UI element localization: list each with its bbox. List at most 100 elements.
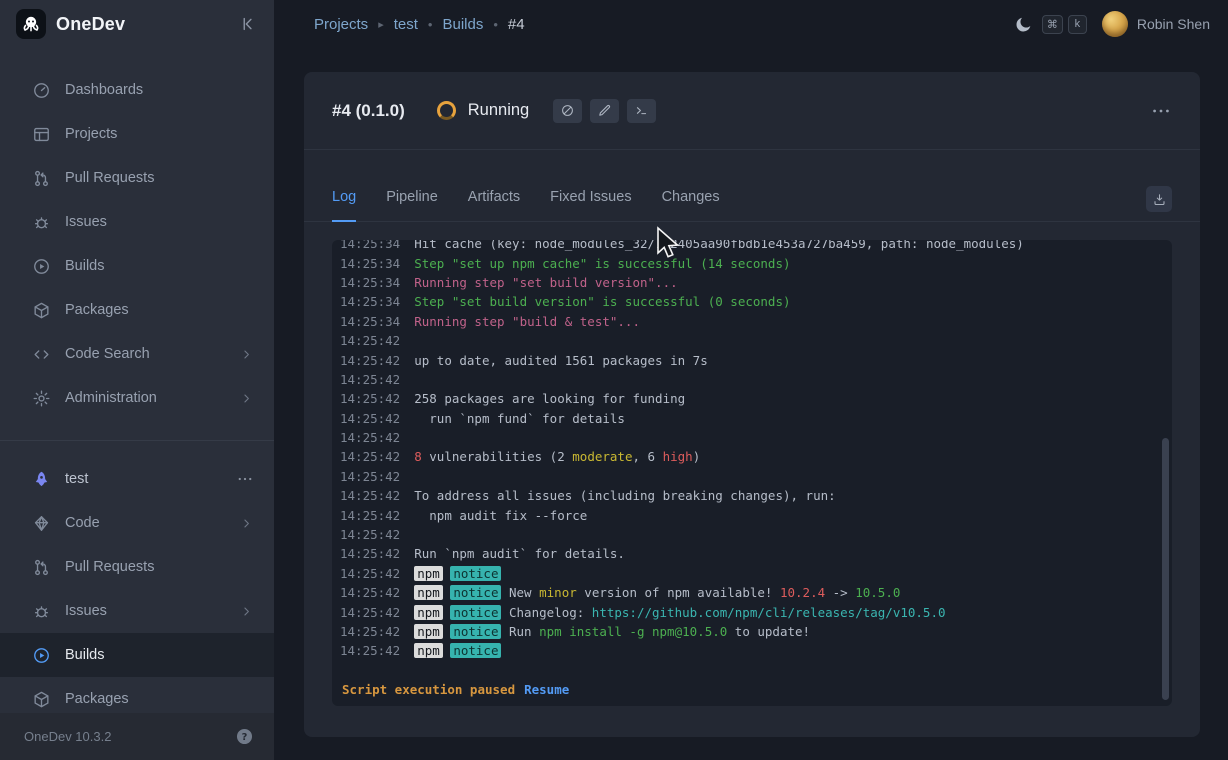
project-more-button[interactable] [236, 470, 254, 488]
log-text: npm notice [414, 643, 501, 658]
sidebar-item-dashboards[interactable]: Dashboards [0, 68, 274, 112]
sidebar-header: OneDev [0, 0, 274, 48]
shortcut-key: ⌘ [1042, 15, 1063, 34]
topbar-right: ⌘k Robin Shen [1014, 11, 1210, 37]
log-segment: Running step "build & test"... [414, 314, 640, 329]
log-line: 14:25:42 run `npm fund` for details [340, 409, 1156, 428]
user-name[interactable]: Robin Shen [1137, 16, 1210, 32]
build-log[interactable]: 14:25:34 Hit cache (key: node_modules_32/… [332, 240, 1172, 706]
sidebar-collapse-button[interactable] [238, 14, 258, 34]
theme-toggle-button[interactable] [1014, 15, 1033, 34]
sidebar-item-code-search[interactable]: Code Search [0, 332, 274, 376]
log-link[interactable]: https://github.com/npm/cli/releases/tag/… [592, 605, 946, 620]
project-sidebar-item-pull-requests[interactable]: Pull Requests [0, 545, 274, 589]
log-segment: New [501, 585, 539, 600]
sidebar-item-issues[interactable]: Issues [0, 200, 274, 244]
log-segment: To address all issues (including breakin… [414, 488, 835, 503]
builds-icon [32, 257, 51, 276]
breadcrumb-builds[interactable]: Builds [442, 16, 483, 33]
log-line: 14:25:42npm notice Changelog: https://gi… [340, 602, 1156, 621]
sidebar-divider [0, 440, 274, 441]
log-timestamp: 14:25:34 [340, 294, 400, 309]
tab-log[interactable]: Log [332, 189, 356, 221]
sidebar-item-packages[interactable]: Packages [0, 288, 274, 332]
log-timestamp: 14:25:42 [340, 508, 400, 523]
sidebar-item-projects[interactable]: Projects [0, 112, 274, 156]
log-timestamp: 14:25:34 [340, 275, 400, 290]
main-column: Projects▸test•Builds•#4 ⌘k Robin Shen #4… [274, 0, 1228, 760]
log-timestamp: 14:25:42 [340, 372, 400, 387]
log-segment: notice [450, 566, 501, 581]
menu-item-label: Projects [65, 126, 117, 142]
log-line: 14:25:42 [340, 525, 1156, 544]
project-sidebar-item-issues[interactable]: Issues [0, 589, 274, 633]
download-log-button[interactable] [1146, 186, 1172, 212]
chevron-right-icon [239, 604, 254, 619]
log-timestamp: 14:25:42 [340, 546, 400, 561]
admin-icon [32, 389, 51, 408]
code-icon [32, 514, 51, 533]
breadcrumb: Projects▸test•Builds•#4 [314, 16, 525, 33]
svg-text:?: ? [242, 732, 248, 743]
log-segment: notice [450, 624, 501, 639]
sidebar-item-builds[interactable]: Builds [0, 244, 274, 288]
build-actions [553, 99, 656, 123]
breadcrumb-4: #4 [508, 16, 525, 33]
command-palette-shortcut[interactable]: ⌘k [1042, 15, 1087, 34]
menu-item-label: Dashboards [65, 82, 143, 98]
sidebar-project-test[interactable]: test [0, 457, 274, 501]
chevron-right-icon [239, 347, 254, 362]
log-line: 14:25:42258 packages are looking for fun… [340, 389, 1156, 408]
terminal-build-button[interactable] [627, 99, 656, 123]
breadcrumb-test[interactable]: test [394, 16, 418, 33]
log-segment: , 6 [632, 449, 662, 464]
code-search-icon [32, 345, 51, 364]
breadcrumb-separator: ▸ [378, 18, 384, 31]
log-segment: Hit cache (key: node_modules_32/7c2405aa… [414, 240, 1024, 251]
log-line: 14:25:42 npm audit fix --force [340, 505, 1156, 524]
tab-fixed-issues[interactable]: Fixed Issues [550, 189, 631, 221]
tab-changes[interactable]: Changes [662, 189, 720, 221]
tab-artifacts[interactable]: Artifacts [468, 189, 520, 221]
issues-icon [32, 213, 51, 232]
log-segment: Running step "set build version"... [414, 275, 677, 290]
builds-icon [32, 646, 51, 665]
project-sidebar-item-code[interactable]: Code [0, 501, 274, 545]
log-segment: npm [414, 566, 443, 581]
tab-pipeline[interactable]: Pipeline [386, 189, 438, 221]
help-button[interactable]: ? [235, 727, 254, 746]
log-segment: Run [501, 624, 539, 639]
sidebar-item-administration[interactable]: Administration [0, 376, 274, 420]
log-timestamp: 14:25:34 [340, 240, 400, 251]
log-timestamp: 14:25:42 [340, 566, 400, 581]
sidebar-item-pull-requests[interactable]: Pull Requests [0, 156, 274, 200]
sidebar-footer: OneDev 10.3.2 ? [0, 713, 274, 760]
log-line: 14:25:34Running step "build & test"... [340, 312, 1156, 331]
project-sidebar-item-builds[interactable]: Builds [0, 633, 274, 677]
running-spinner-icon [437, 101, 456, 120]
log-segment: -> [825, 585, 855, 600]
pull-request-icon [32, 169, 51, 188]
project-name: test [65, 471, 88, 487]
log-timestamp: 14:25:42 [340, 353, 400, 368]
edit-build-button[interactable] [590, 99, 619, 123]
build-more-button[interactable] [1150, 100, 1172, 122]
sidebar: OneDev DashboardsProjectsPull RequestsIs… [0, 0, 274, 760]
log-text: To address all issues (including breakin… [414, 488, 835, 503]
log-text: run `npm fund` for details [414, 411, 625, 426]
log-segment: 258 packages are looking for funding [414, 391, 685, 406]
onedev-logo-icon[interactable] [16, 9, 46, 39]
log-line: 14:25:34 Hit cache (key: node_modules_32/… [340, 240, 1156, 253]
cancel-build-button[interactable] [553, 99, 582, 123]
log-text: Hit cache (key: node_modules_32/7c2405aa… [414, 240, 1024, 251]
log-line: 14:25:42npm notice [340, 641, 1156, 660]
user-avatar[interactable] [1102, 11, 1128, 37]
menu-item-label: Administration [65, 390, 157, 406]
log-segment: 10.2.4 [780, 585, 825, 600]
log-timestamp: 14:25:42 [340, 449, 400, 464]
log-timestamp: 14:25:42 [340, 585, 400, 600]
log-segment: up to date, audited 1561 packages in 7s [414, 353, 708, 368]
resume-link[interactable]: Resume [524, 682, 569, 697]
log-scrollbar[interactable] [1162, 438, 1169, 700]
breadcrumb-projects[interactable]: Projects [314, 16, 368, 33]
